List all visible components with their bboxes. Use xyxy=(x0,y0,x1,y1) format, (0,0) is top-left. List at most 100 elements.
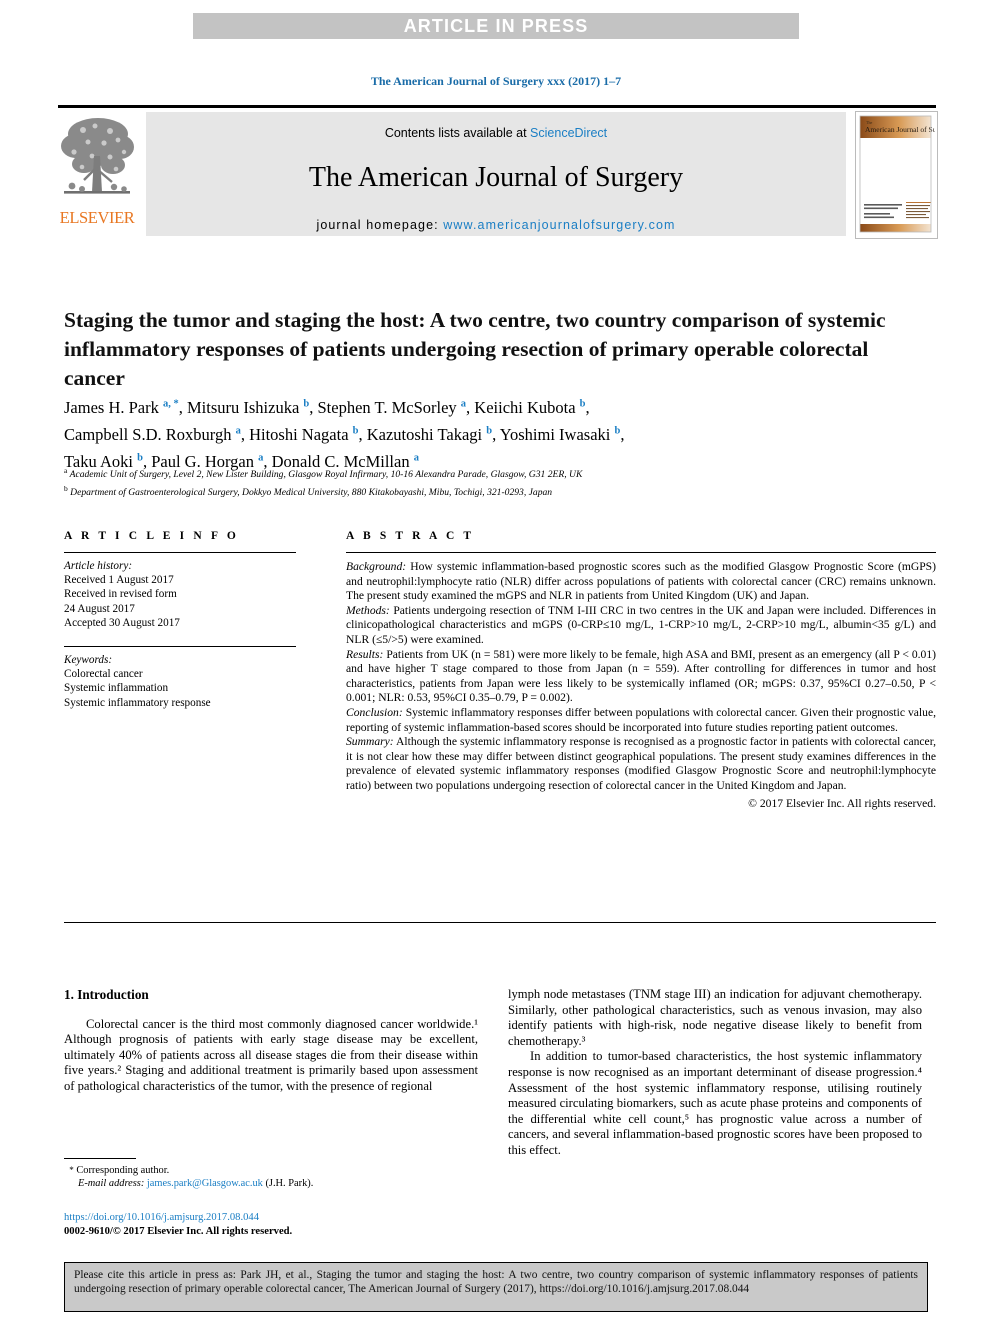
author-name: Stephen T. McSorley xyxy=(317,397,457,417)
page-title: Staging the tumor and staging the host: … xyxy=(64,308,886,391)
affiliation-text: Academic Unit of Surgery, Level 2, New L… xyxy=(69,469,583,481)
divider xyxy=(64,646,296,648)
article-history-block: Article history: Received 1 August 2017 … xyxy=(64,559,296,630)
journal-title: The American Journal of Surgery xyxy=(308,162,684,193)
introduction-right-column: lymph node metastases (TNM stage III) an… xyxy=(508,987,922,1159)
author-name: Hitoshi Nagata xyxy=(249,424,349,444)
divider xyxy=(64,1158,136,1159)
author-affiliation-mark: b xyxy=(579,398,586,409)
keyword-item: Systemic inflammatory response xyxy=(64,696,211,709)
introduction-heading: 1. Introduction xyxy=(64,987,149,1002)
affiliation-mark: b xyxy=(64,483,68,493)
keyword-item: Systemic inflammation xyxy=(64,682,169,695)
corresponding-author-label: Corresponding author. xyxy=(76,1165,170,1176)
abstract-section-text: Patients undergoing resection of TNM I-I… xyxy=(346,603,936,646)
author-item: Hitoshi Nagata b, xyxy=(249,424,367,444)
abstract-copyright: © 2017 Elsevier Inc. All rights reserved… xyxy=(748,796,936,810)
author-item: Kazutoshi Takagi b, xyxy=(366,424,500,444)
elsevier-logo: ELSEVIER xyxy=(58,112,136,236)
elsevier-wordmark: ELSEVIER xyxy=(59,208,135,227)
author-item: Mitsuru Ishizuka b, xyxy=(186,397,318,417)
journal-masthead: ELSEVIER Contents lists available at Sci… xyxy=(58,105,938,239)
introduction-paragraph: lymph node metastases (TNM stage III) an… xyxy=(508,987,922,1048)
author-affiliation-mark: a, * xyxy=(162,398,179,409)
corresponding-author-line: * Corresponding author. xyxy=(64,1164,478,1177)
citation-notice-box: Please cite this article in press as: Pa… xyxy=(64,1262,928,1312)
article-info-heading: A R T I C L E I N F O xyxy=(64,530,239,542)
corresponding-author-footnote: * Corresponding author. E-mail address: … xyxy=(64,1158,478,1190)
issn-copyright-line: 0002-9610/© 2017 Elsevier Inc. All right… xyxy=(64,1226,293,1237)
abstract-heading: A B S T R A C T xyxy=(346,530,475,542)
article-in-press-label: ARTICLE IN PRESS xyxy=(403,15,589,36)
abstract-section: Conclusion: Systemic inflammatory respon… xyxy=(346,706,936,735)
author-affiliation-mark: a xyxy=(413,452,419,463)
article-history-item: Accepted 30 August 2017 xyxy=(64,616,180,629)
affiliation-text: Department of Gastroenterological Surger… xyxy=(70,486,553,498)
author-name: Campbell S.D. Roxburgh xyxy=(64,424,232,444)
introduction-paragraph: In addition to tumor-based characteristi… xyxy=(508,1049,922,1157)
contents-list-line: Contents lists available at ScienceDirec… xyxy=(146,112,846,140)
elsevier-tree-icon xyxy=(58,112,136,208)
author-affiliation-mark: b xyxy=(137,452,143,463)
sciencedirect-link[interactable]: ScienceDirect xyxy=(530,126,607,140)
author-affiliation-mark: a xyxy=(235,425,241,436)
abstract-section-text: Although the systemic inflammatory respo… xyxy=(346,735,936,792)
author-name: James H. Park xyxy=(64,397,159,417)
affiliation-list: a Academic Unit of Surgery, Level 2, New… xyxy=(64,464,904,499)
divider xyxy=(64,552,296,553)
email-owner: (J.H. Park). xyxy=(265,1178,314,1189)
abstract-column: A B S T R A C T Background: How systemic… xyxy=(346,530,936,811)
abstract-section-label: Results: xyxy=(346,647,384,661)
keyword-item: Colorectal cancer xyxy=(64,668,143,681)
author-item: Stephen T. McSorley a, xyxy=(317,397,475,417)
abstract-section-label: Summary: xyxy=(346,735,394,749)
author-item: Keiichi Kubota b, xyxy=(474,397,590,417)
abstract-section-text: Systemic inflammatory responses differ b… xyxy=(346,705,936,734)
affiliation-mark: a xyxy=(64,466,68,475)
article-info-column: A R T I C L E I N F O Article history: R… xyxy=(64,530,296,710)
abstract-section: Background: How systemic inflammation-ba… xyxy=(346,560,936,604)
abstract-section-label: Background: xyxy=(346,560,407,573)
author-item: Yoshimi Iwasaki b, xyxy=(499,424,625,444)
author-affiliation-mark: b xyxy=(303,398,310,409)
article-history-item: 24 August 2017 xyxy=(64,602,135,615)
article-history-item: Received 1 August 2017 xyxy=(64,574,174,587)
author-item: James H. Park a, *, xyxy=(64,397,187,417)
doi-issn-block: https://doi.org/10.1016/j.amjsurg.2017.0… xyxy=(64,1211,478,1239)
author-affiliation-mark: a xyxy=(460,398,467,409)
abstract-section-label: Methods: xyxy=(346,603,390,617)
keywords-label: Keywords: xyxy=(64,654,113,667)
author-name: Kazutoshi Takagi xyxy=(366,424,483,444)
author-name: Yoshimi Iwasaki xyxy=(499,424,611,444)
doi-link[interactable]: https://doi.org/10.1016/j.amjsurg.2017.0… xyxy=(64,1211,478,1225)
article-history-item: Received in revised form xyxy=(64,588,177,601)
email-line: E-mail address: james.park@Glasgow.ac.uk… xyxy=(64,1177,478,1190)
divider xyxy=(346,552,936,553)
author-item: Campbell S.D. Roxburgh a, xyxy=(64,424,250,444)
citation-notice-text: Please cite this article in press as: Pa… xyxy=(74,1269,918,1296)
abstract-section: Summary: Although the systemic inflammat… xyxy=(346,735,936,793)
divider xyxy=(64,922,936,923)
running-head: The American Journal of Surgery xxx (201… xyxy=(370,74,622,88)
author-affiliation-mark: b xyxy=(486,425,493,436)
journal-homepage-link[interactable]: www.americanjournalofsurgery.com xyxy=(443,218,675,232)
journal-band: Contents lists available at ScienceDirec… xyxy=(146,112,846,236)
author-affiliation-mark: b xyxy=(352,425,359,436)
homepage-prefix: journal homepage: xyxy=(316,218,444,232)
svg-text:American Journal of Surgery: American Journal of Surgery xyxy=(865,125,935,134)
author-name: Keiichi Kubota xyxy=(474,397,576,417)
author-affiliation-mark: b xyxy=(614,425,621,436)
introduction-left-column: 1. Introduction Colorectal cancer is the… xyxy=(64,987,478,1095)
abstract-section: Results: Patients from UK (n = 581) were… xyxy=(346,648,936,706)
affiliation-item: b Department of Gastroenterological Surg… xyxy=(64,482,904,500)
abstract-body: Background: How systemic inflammation-ba… xyxy=(346,560,936,811)
introduction-paragraph: Colorectal cancer is the third most comm… xyxy=(64,1016,478,1093)
abstract-section: Methods: Patients undergoing resection o… xyxy=(346,604,936,648)
author-name: Mitsuru Ishizuka xyxy=(186,397,300,417)
email-link[interactable]: james.park@Glasgow.ac.uk xyxy=(147,1178,263,1189)
email-label: E-mail address: xyxy=(78,1178,145,1189)
abstract-section-label: Conclusion: xyxy=(346,705,403,719)
author-list: James H. Park a, *, Mitsuru Ishizuka b, … xyxy=(64,392,904,473)
contents-prefix: Contents lists available at xyxy=(384,126,531,140)
asterisk-icon: * xyxy=(69,1165,74,1175)
